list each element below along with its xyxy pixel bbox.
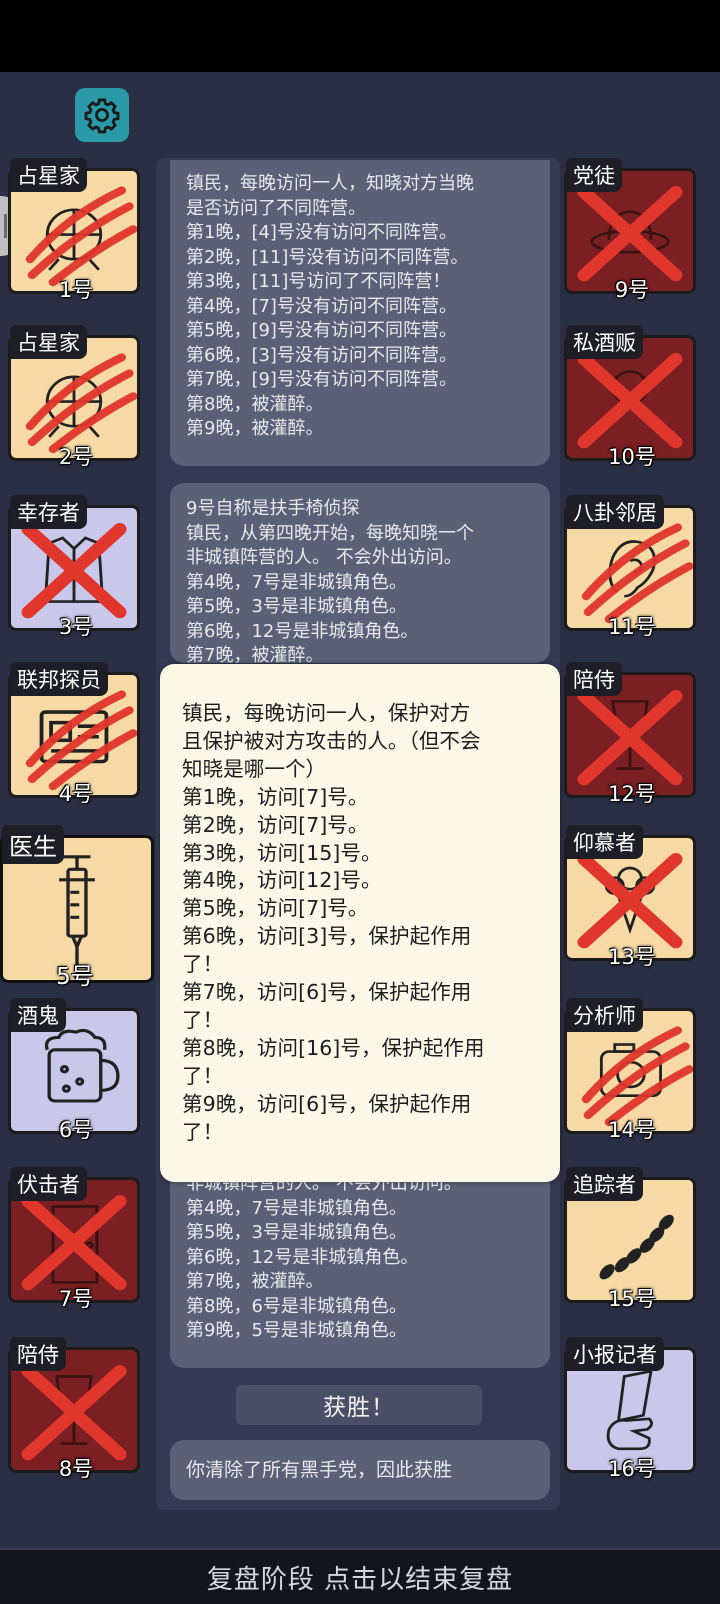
role-label: 分析师: [566, 998, 643, 1032]
player-card[interactable]: 私酒贩 10号: [564, 325, 700, 469]
role-label: 占星家: [10, 325, 87, 359]
popup-line: 第1晚，访问[7]号。: [182, 784, 369, 809]
settings-button[interactable]: [75, 88, 129, 142]
player-card[interactable]: 党徒 9号: [564, 158, 700, 302]
role-label: 幸存者: [10, 495, 87, 529]
log-line: 非城镇阵营的人。 不会外出访问。: [186, 547, 462, 568]
role-label: 陪侍: [10, 1337, 66, 1371]
player-number: 11号: [608, 615, 656, 639]
player-number: 1号: [58, 278, 94, 302]
log-card-2: 9号自称是扶手椅侦探镇民，从第四晚开始，每晚知晓一个 非城镇阵营的人。 不会外出访…: [170, 483, 550, 663]
role-label: 追踪者: [566, 1167, 643, 1201]
player-number: 5号: [56, 964, 94, 990]
player-card[interactable]: 伏击者 7号: [8, 1167, 144, 1311]
player-number: 12号: [608, 782, 656, 806]
log-line: 9号自称是扶手椅侦探: [186, 498, 360, 519]
log-line: 镇民，每晚访问一人，知晓对方当晚: [186, 173, 474, 194]
player-card[interactable]: 分析师 14号: [564, 998, 700, 1142]
role-label: 占星家: [10, 158, 87, 192]
role-label: 酒鬼: [10, 998, 66, 1032]
log-card-3: 非城镇阵营的人。 不会外出访问。 第4晚，7号是非城镇角色。 第5晚，3号是非城镇角…: [170, 1172, 550, 1368]
player-card[interactable]: 陪侍 12号: [564, 662, 700, 806]
log-line: 第6晚，12号是非城镇角色。: [186, 620, 419, 642]
player-card[interactable]: 幸存者 3号: [8, 495, 144, 639]
role-label: 私酒贩: [566, 325, 643, 359]
log-line: 第2晚，[11]号没有访问不同阵营。: [186, 246, 469, 268]
log-line: 第6晚，[3]号没有访问不同阵营。: [186, 344, 457, 366]
player-number: 14号: [608, 1118, 656, 1142]
popup-line: 第2晚，访问[7]号。: [182, 812, 369, 837]
popup-line: 了！: [182, 1007, 224, 1032]
player-card[interactable]: 酒鬼 6号: [8, 998, 144, 1142]
player-card[interactable]: 占星家 1号: [8, 158, 144, 302]
log-line: 第8晚，被灌醉。: [186, 393, 324, 415]
log-line: 第5晚，3号是非城镇角色。: [186, 1222, 407, 1243]
log-line: 是否访问了不同阵营。: [186, 197, 366, 219]
gear-icon: [84, 98, 120, 134]
log-line: 第7晚，[9]号没有访问不同阵营。: [186, 369, 457, 390]
role-label: 仰慕者: [566, 825, 643, 859]
player-number: 2号: [58, 445, 94, 469]
popup-line: 第5晚，访问[7]号。: [182, 896, 369, 921]
role-label: 伏击者: [10, 1167, 87, 1201]
popup-line: 第7晚，访问[6]号，保护起作用: [182, 980, 472, 1005]
popup-line: 第8晚，访问[16]号，保护起作用: [182, 1035, 485, 1060]
popup-line: 且保护被对方攻击的人。（但不会: [182, 728, 481, 753]
log-line: 第9晚，5号是非城镇角色。: [186, 1320, 407, 1341]
log-line: 第5晚，[9]号没有访问不同阵营。: [186, 320, 457, 341]
player-card[interactable]: 占星家 2号: [8, 325, 144, 469]
log-line: 第7晚，被灌醉。: [186, 645, 324, 663]
log-line: 第9晚，被灌醉。: [186, 418, 324, 439]
result-card: 你清除了所有黑手党，因此获胜: [170, 1440, 550, 1500]
log-card-1: 镇民，每晚访问一人，知晓对方当晚 是否访问了不同阵营。第1晚，[4]号没有访问不同…: [170, 160, 550, 466]
player-number: 3号: [58, 615, 94, 639]
result-text: 你清除了所有黑手党，因此获胜: [186, 1458, 453, 1481]
popup-line: 了！: [182, 1063, 224, 1088]
player-card[interactable]: 追踪者 15号: [564, 1167, 700, 1311]
player-number: 15号: [608, 1287, 656, 1311]
player-card[interactable]: 八卦邻居 11号: [564, 495, 700, 639]
popup-line: 第3晚，访问[15]号。: [182, 840, 382, 865]
role-label: 小报记者: [566, 1337, 664, 1371]
victory-label: 获胜！: [236, 1385, 482, 1425]
log-line: 第3晚，[11]号访问了不同阵营！: [186, 271, 451, 292]
log-line: 第5晚，3号是非城镇角色。: [186, 596, 407, 617]
log-line: 第6晚，12号是非城镇角色。: [186, 1246, 419, 1268]
role-label: 党徒: [566, 158, 622, 192]
log-line: 第1晚，[4]号没有访问不同阵营。: [186, 222, 457, 243]
player-card[interactable]: 医生 5号: [0, 825, 158, 990]
player-number: 8号: [58, 1457, 94, 1481]
player-card[interactable]: 仰慕者 13号: [564, 825, 700, 969]
popup-line: 第9晚，访问[6]号，保护起作用: [182, 1091, 472, 1116]
role-label: 八卦邻居: [566, 495, 664, 529]
popup-line: 第4晚，访问[12]号。: [182, 868, 382, 893]
player-card[interactable]: 联邦探员 4号: [8, 662, 144, 806]
role-label: 陪侍: [566, 662, 622, 696]
player-card[interactable]: 陪侍 8号: [8, 1337, 144, 1481]
player-number: 10号: [608, 445, 656, 469]
player-number: 13号: [608, 945, 656, 969]
popup-line: 知晓是哪一个）: [182, 756, 327, 781]
popup-line: 了！: [182, 1119, 224, 1144]
player-number: 16号: [608, 1457, 656, 1481]
player-number: 4号: [58, 782, 94, 806]
player-number: 7号: [58, 1287, 94, 1311]
log-line: 第4晚，7号是非城镇角色。: [186, 1197, 407, 1219]
log-line: 第4晚，7号是非城镇角色。: [186, 571, 407, 593]
popup-line: 第6晚，访问[3]号，保护起作用: [182, 924, 472, 949]
role-label: 联邦探员: [10, 662, 108, 696]
popup-line: 了！: [182, 952, 224, 977]
player-number: 6号: [58, 1118, 94, 1142]
log-line: 第7晚，被灌醉。: [186, 1271, 324, 1292]
log-line: 镇民，从第四晚开始，每晚知晓一个: [186, 522, 474, 544]
log-line: 第4晚，[7]号没有访问不同阵营。: [186, 295, 457, 317]
role-label: 医生: [2, 825, 64, 864]
player-card[interactable]: 小报记者 16号: [564, 1337, 700, 1481]
status-bar: [0, 0, 720, 72]
player-number: 9号: [614, 278, 650, 302]
end-review-button[interactable]: 复盘阶段 点击以结束复盘: [0, 1548, 720, 1604]
log-line: 第8晚，6号是非城镇角色。: [186, 1295, 407, 1317]
role-detail-popup[interactable]: 镇民，每晚访问一人，保护对方 且保护被对方攻击的人。（但不会 知晓是哪一个） 第1晚，…: [160, 664, 560, 1182]
popup-line: 镇民，每晚访问一人，保护对方: [182, 701, 471, 725]
